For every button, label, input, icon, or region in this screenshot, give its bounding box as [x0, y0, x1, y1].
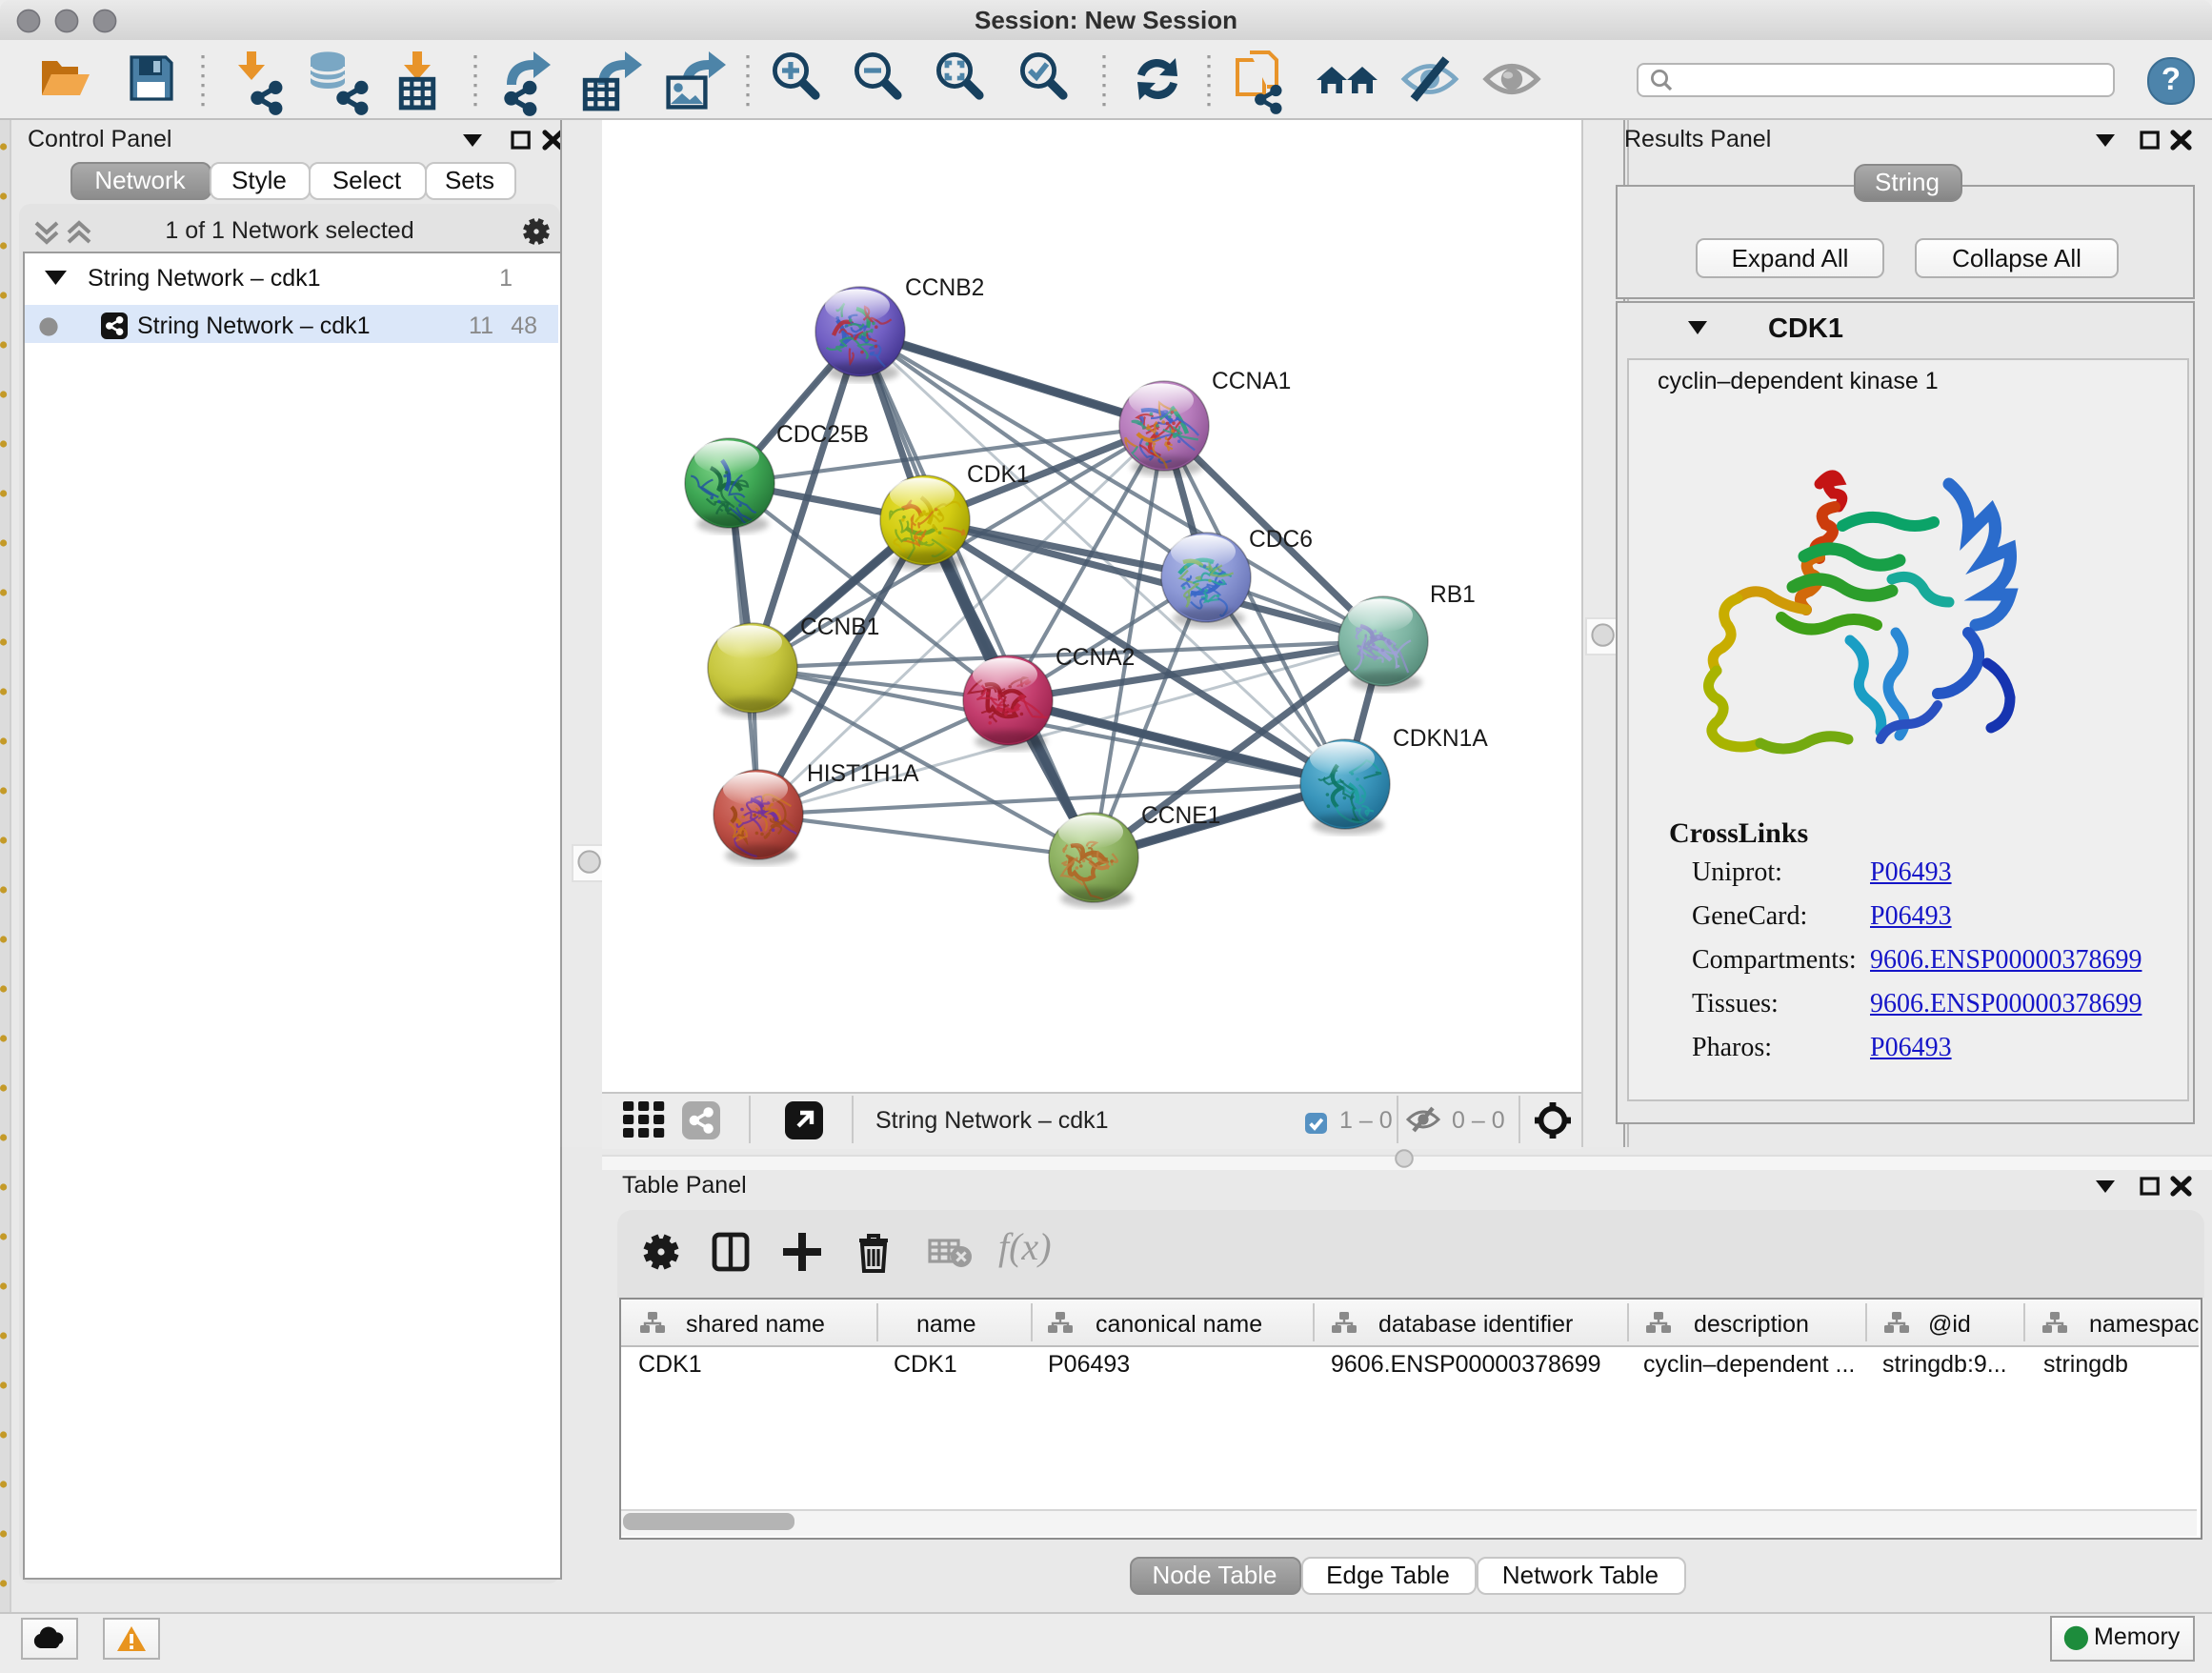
svg-text:CCNB2: CCNB2 — [905, 275, 984, 301]
svg-text:CDC6: CDC6 — [1249, 527, 1313, 553]
svg-text:CCNA2: CCNA2 — [1056, 645, 1135, 671]
svg-text:RB1: RB1 — [1430, 582, 1476, 608]
svg-text:CCNE1: CCNE1 — [1141, 803, 1220, 829]
svg-text:CCNA1: CCNA1 — [1212, 369, 1291, 394]
svg-text:CDKN1A: CDKN1A — [1393, 726, 1488, 752]
svg-text:CCNB1: CCNB1 — [800, 615, 879, 640]
svg-text:HIST1H1A: HIST1H1A — [807, 761, 919, 787]
svg-text:CDK1: CDK1 — [967, 462, 1030, 488]
svg-text:CDC25B: CDC25B — [776, 422, 869, 448]
